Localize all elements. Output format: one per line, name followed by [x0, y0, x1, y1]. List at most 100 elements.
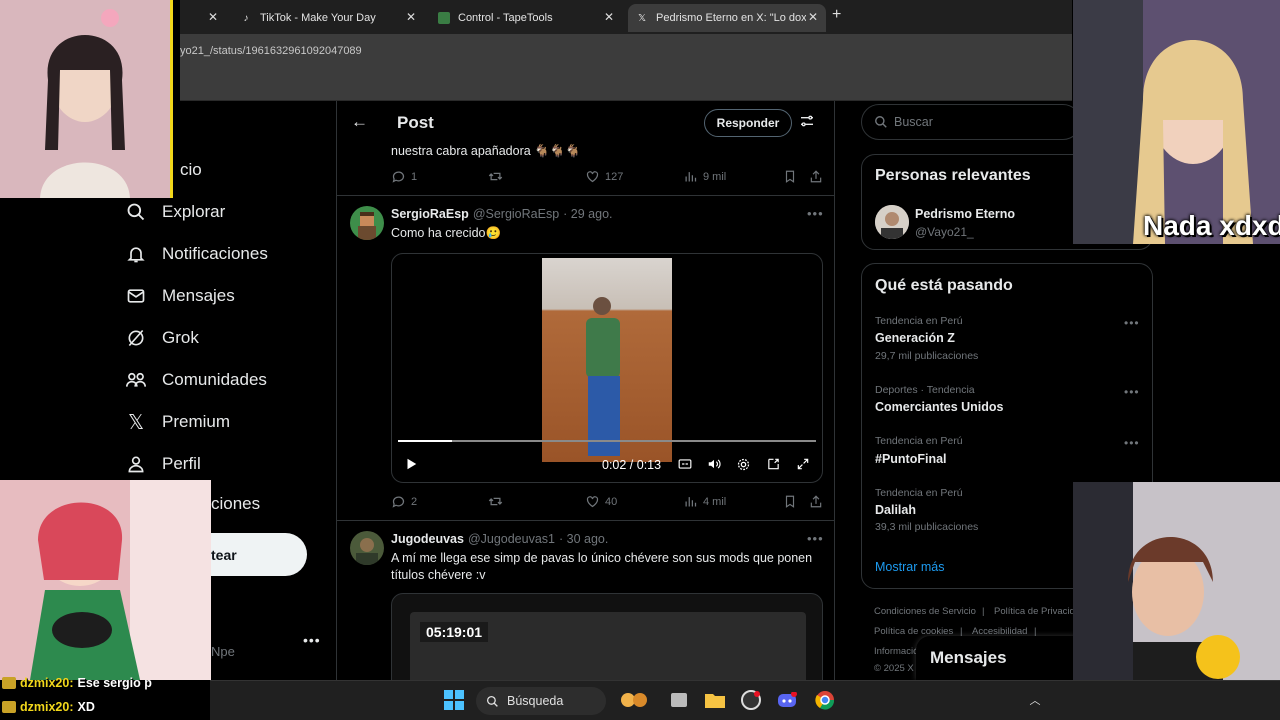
views-action[interactable]: 9 mil: [683, 169, 726, 184]
footer-link-terms[interactable]: Condiciones de Servicio: [874, 606, 976, 617]
reply-action[interactable]: 2: [391, 494, 417, 509]
nav-item-explore[interactable]: Explorar: [124, 200, 225, 224]
video-settings-icon[interactable]: [736, 457, 751, 475]
chevron-up-icon[interactable]: ︿: [1024, 689, 1046, 711]
trend-more-icon[interactable]: •••: [1124, 436, 1140, 450]
post-button[interactable]: tear: [211, 533, 307, 576]
nav-item-more[interactable]: ciones: [211, 494, 260, 514]
nav-label: Explorar: [162, 202, 226, 221]
volume-icon[interactable]: [706, 457, 722, 474]
account-more-icon[interactable]: •••: [303, 632, 321, 648]
file-explorer-icon[interactable]: [704, 689, 726, 711]
post-button-label: tear: [211, 546, 237, 563]
author-name[interactable]: Jugodeuvas: [391, 532, 464, 546]
tweet-text: Como ha crecido🥲: [391, 226, 502, 240]
show-more-link[interactable]: Mostrar más: [875, 560, 944, 574]
views-action[interactable]: 4 mil: [683, 494, 726, 509]
people-icon: [124, 368, 148, 392]
pip-icon[interactable]: [766, 457, 781, 474]
like-count: 127: [605, 170, 624, 183]
trend-count: 39,3 mil publicaciones: [875, 521, 979, 533]
tab-tapetools[interactable]: Control - TapeTools ✕: [430, 4, 622, 32]
tab-tiktok[interactable]: ♪ TikTok - Make Your Day ✕: [232, 4, 424, 32]
close-tab-icon[interactable]: ✕: [604, 10, 614, 24]
reply-button-label: Responder: [716, 116, 780, 130]
tweet-more-icon[interactable]: •••: [807, 531, 824, 546]
new-tab-icon[interactable]: +: [832, 6, 841, 24]
avatar[interactable]: [875, 205, 909, 239]
task-view-icon[interactable]: [668, 689, 690, 711]
author-name[interactable]: SergioRaEsp: [391, 207, 469, 221]
chat-text: Ese sergio p: [77, 676, 152, 690]
chat-badge-icon: [2, 677, 16, 689]
reply-button[interactable]: Responder: [704, 109, 792, 137]
nav-label: Notificaciones: [162, 244, 268, 263]
heart-icon: [586, 171, 599, 183]
url-field[interactable]: yo21_/status/1961632961092047089: [180, 45, 362, 57]
settings-sliders-icon[interactable]: [799, 113, 815, 134]
video-time: 0:02 / 0:13: [602, 458, 662, 472]
nav-item-profile[interactable]: Perfil: [124, 452, 201, 476]
share-icon[interactable]: [809, 169, 828, 184]
like-count: 40: [605, 495, 618, 508]
retweet-action[interactable]: [487, 169, 509, 184]
tab-label: Pedrismo Eterno en X: "Lo doxe: [656, 12, 806, 24]
trend-name: Comerciantes Unidos: [875, 400, 1004, 414]
person-name[interactable]: Pedrismo Eterno: [915, 207, 1015, 221]
reply-count: 1: [411, 170, 418, 183]
avatar[interactable]: [350, 206, 384, 240]
trend-more-icon[interactable]: •••: [1124, 385, 1140, 399]
trend-name: Dalilah: [875, 503, 916, 517]
close-tab-icon[interactable]: ✕: [208, 10, 218, 24]
windows-start-icon[interactable]: [443, 689, 465, 711]
nav-item-messages[interactable]: Mensajes: [124, 284, 235, 308]
like-action[interactable]: 40: [585, 494, 617, 509]
person-handle[interactable]: @Vayo21_: [915, 225, 974, 239]
reply-action[interactable]: 1: [391, 169, 417, 184]
fullscreen-icon[interactable]: [796, 457, 810, 474]
messages-drawer[interactable]: Mensajes: [916, 636, 1076, 680]
chrome-icon[interactable]: [814, 689, 836, 711]
nav-item-premium[interactable]: 𝕏 Premium: [124, 410, 230, 434]
close-tab-icon[interactable]: ✕: [808, 10, 818, 24]
trend-context: Tendencia en Perú: [875, 315, 963, 327]
back-arrow-icon[interactable]: ←: [351, 112, 368, 132]
tweet-more-icon[interactable]: •••: [807, 206, 824, 221]
discord-icon[interactable]: [776, 689, 798, 711]
like-action[interactable]: 127: [585, 169, 623, 184]
search-input[interactable]: Buscar: [861, 104, 1081, 140]
footer-link-privacy[interactable]: Política de Privacid: [994, 606, 1075, 617]
bell-icon: [124, 242, 148, 266]
bookmark-icon[interactable]: [783, 494, 802, 509]
captions-icon[interactable]: [678, 457, 692, 474]
nav-label: Premium: [162, 412, 231, 431]
tweet-time[interactable]: · 30 ago.: [559, 532, 608, 546]
obs-icon[interactable]: [740, 689, 762, 711]
retweet-action[interactable]: [487, 494, 509, 509]
video-progress-track[interactable]: [398, 440, 816, 442]
share-icon[interactable]: [809, 494, 828, 509]
trend-context: Deportes · Tendencia: [875, 384, 975, 396]
nav-item-communities[interactable]: Comunidades: [124, 368, 267, 392]
close-tab-icon[interactable]: ✕: [406, 10, 416, 24]
chat-text: XD: [77, 700, 95, 714]
bookmark-icon[interactable]: [783, 169, 802, 184]
avatar[interactable]: [350, 531, 384, 565]
tab-x-post[interactable]: 𝕏 Pedrismo Eterno en X: "Lo doxe ✕: [628, 4, 826, 32]
taskbar-search[interactable]: Búsqueda: [476, 687, 606, 715]
trend-more-icon[interactable]: •••: [1124, 316, 1140, 330]
chat-username: dzmix20:: [20, 676, 74, 690]
card-title: Qué está pasando: [875, 277, 1013, 294]
footer-link-info[interactable]: Informació: [874, 646, 918, 657]
author-handle[interactable]: @Jugodeuvas1: [468, 532, 555, 546]
video-player[interactable]: 05:19:01: [391, 593, 823, 680]
video-player[interactable]: 0:02 / 0:13: [391, 253, 823, 483]
nav-item-home[interactable]: cio: [180, 160, 202, 180]
nav-item-notifications[interactable]: Notificaciones: [124, 242, 268, 266]
tweet-time[interactable]: · 29 ago.: [563, 207, 612, 221]
play-icon[interactable]: [404, 457, 418, 474]
author-handle[interactable]: @SergioRaEsp: [473, 207, 559, 221]
nav-item-grok[interactable]: Grok: [124, 326, 199, 350]
widgets-icon[interactable]: [618, 689, 652, 711]
nav-label: Comunidades: [162, 370, 267, 389]
